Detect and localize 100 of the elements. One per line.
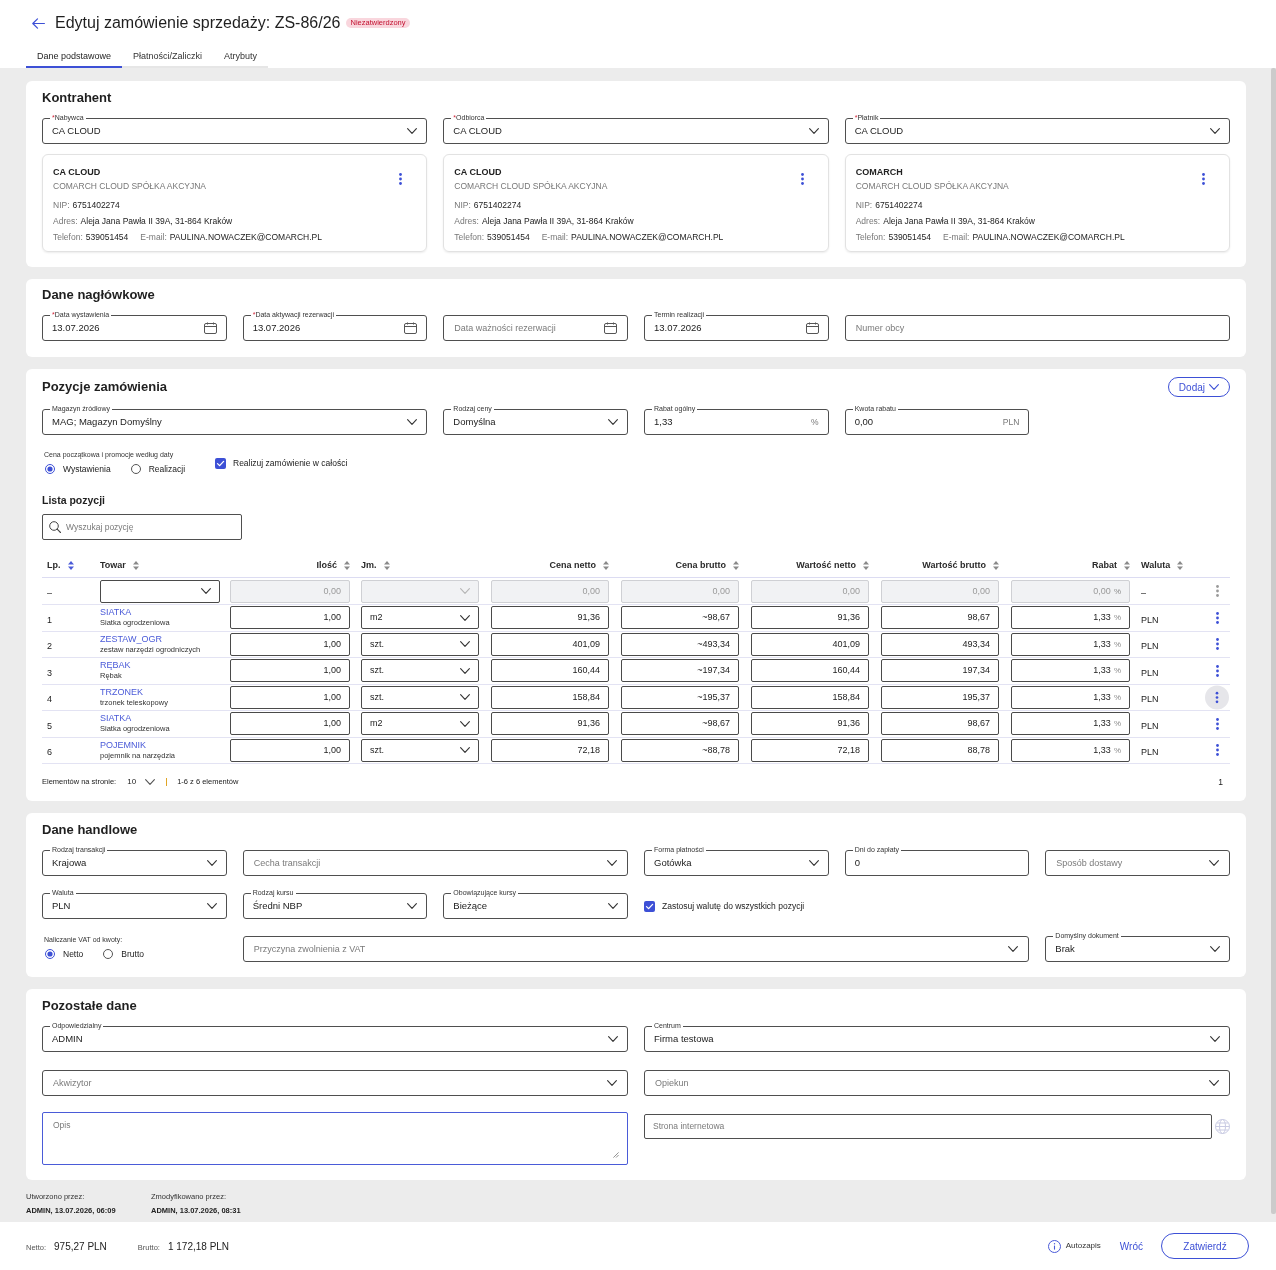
checkbox[interactable]: Zastosuj walutę do wszystkich pozycji: [644, 900, 805, 912]
price-input[interactable]: ~195,37: [621, 685, 739, 709]
kebab-menu-icon[interactable]: [1215, 638, 1219, 651]
page-number[interactable]: 1: [1218, 777, 1223, 787]
discount-input[interactable]: 1,33 %: [1011, 632, 1130, 656]
product-code-link[interactable]: POJEMNIK: [100, 739, 146, 751]
kebab-menu-icon[interactable]: [1215, 611, 1219, 624]
column-header[interactable]: Towar: [100, 559, 126, 571]
sort-icon[interactable]: [863, 560, 869, 570]
price-input[interactable]: 401,09: [491, 632, 609, 656]
value-input[interactable]: 160,44: [751, 659, 869, 683]
product-code-link[interactable]: RĘBAK: [100, 660, 131, 672]
product-code-link[interactable]: SIATKA: [100, 607, 132, 619]
product-select[interactable]: [100, 579, 220, 603]
resize-handle-icon[interactable]: [613, 1152, 619, 1158]
discount-input[interactable]: 1,33 %: [1011, 659, 1130, 683]
column-header[interactable]: Cena netto: [549, 559, 596, 571]
kebab-menu-icon[interactable]: [1215, 744, 1219, 757]
quantity-input[interactable]: 1,00: [230, 632, 350, 656]
radio-option[interactable]: Brutto: [103, 948, 144, 960]
unit-select[interactable]: szt.: [361, 685, 479, 709]
product-code-link[interactable]: TRZONEK: [100, 686, 143, 698]
sort-icon[interactable]: [993, 560, 999, 570]
kebab-menu-icon[interactable]: [1205, 684, 1229, 710]
unit-select[interactable]: szt.: [361, 632, 479, 656]
column-header[interactable]: Wartość netto: [796, 559, 856, 571]
value-input[interactable]: 91,36: [751, 712, 869, 736]
sort-icon[interactable]: [132, 560, 139, 570]
kebab-menu-icon[interactable]: [1215, 664, 1219, 677]
url-input-field[interactable]: Strona internetowa: [644, 1114, 1212, 1139]
unit-select[interactable]: szt.: [361, 738, 479, 762]
quantity-input[interactable]: 1,00: [230, 685, 350, 709]
sort-icon[interactable]: [1124, 560, 1130, 570]
product-code-link[interactable]: ZESTAW_OGR: [100, 633, 162, 645]
price-input[interactable]: ~88,78: [621, 738, 739, 762]
price-input[interactable]: ~98,67: [621, 712, 739, 736]
price-input[interactable]: 91,36: [491, 606, 609, 630]
radio-option[interactable]: Wystawienia: [45, 463, 111, 475]
autosave-button[interactable]: Autozapis: [1047, 1239, 1101, 1253]
calendar-icon[interactable]: [604, 322, 617, 334]
calendar-icon[interactable]: [203, 322, 217, 334]
price-input[interactable]: 91,36: [491, 712, 609, 736]
radio-option[interactable]: Realizacji: [130, 463, 185, 475]
value-input[interactable]: 72,18: [751, 738, 869, 762]
price-input[interactable]: ~197,34: [621, 659, 739, 683]
column-header[interactable]: Wartość brutto: [922, 559, 986, 571]
quantity-input[interactable]: 1,00: [230, 659, 350, 683]
scrollbar-thumb[interactable]: [1271, 68, 1276, 1214]
value-input[interactable]: 195,37: [881, 685, 999, 709]
price-input[interactable]: 72,18: [491, 738, 609, 762]
back-link[interactable]: Wróć: [1119, 1238, 1143, 1254]
sort-icon[interactable]: [1177, 560, 1184, 570]
calendar-icon[interactable]: [805, 322, 819, 334]
sort-icon[interactable]: [733, 560, 739, 570]
kebab-menu-icon[interactable]: [1202, 173, 1205, 185]
value-input[interactable]: 158,84: [751, 685, 869, 709]
discount-input[interactable]: 1,33 %: [1011, 738, 1130, 762]
select-field[interactable]: Sposób dostawy: [1045, 850, 1230, 876]
discount-input[interactable]: 1,33 %: [1011, 712, 1130, 736]
price-input[interactable]: 160,44: [491, 659, 609, 683]
sort-icon[interactable]: [344, 560, 350, 570]
sort-icon[interactable]: [603, 560, 609, 570]
value-input[interactable]: 401,09: [751, 632, 869, 656]
sort-icon[interactable]: [383, 560, 390, 570]
checkbox[interactable]: Realizuj zamówienie w całości: [215, 457, 348, 469]
kebab-menu-icon[interactable]: [800, 173, 804, 185]
page-size-select[interactable]: 10: [127, 777, 156, 787]
kebab-menu-icon[interactable]: [399, 173, 403, 185]
column-header[interactable]: Waluta: [1141, 559, 1171, 571]
price-input[interactable]: 158,84: [491, 685, 609, 709]
value-input[interactable]: 88,78: [881, 738, 999, 762]
select-field[interactable]: Cecha transakcji: [242, 850, 628, 876]
column-header[interactable]: Rabat: [1092, 559, 1117, 571]
discount-input[interactable]: 1,33 %: [1011, 606, 1130, 630]
radio-option[interactable]: Netto: [45, 948, 84, 960]
select-field[interactable]: Przyczyna zwolnienia z VAT: [242, 936, 1030, 962]
value-input[interactable]: 91,36: [751, 606, 869, 630]
quantity-input[interactable]: 1,00: [230, 606, 350, 630]
date-field[interactable]: Data ważności rezerwacji: [443, 315, 628, 341]
select-field[interactable]: Opiekun: [644, 1070, 1230, 1096]
column-header[interactable]: Ilość: [316, 559, 337, 571]
search-field[interactable]: Wyszukaj pozycję: [42, 514, 242, 540]
discount-input[interactable]: 1,33 %: [1011, 685, 1130, 709]
back-arrow-icon[interactable]: [32, 17, 45, 29]
kebab-menu-icon[interactable]: [1215, 717, 1219, 730]
price-input[interactable]: ~493,34: [621, 632, 739, 656]
value-input[interactable]: 197,34: [881, 659, 999, 683]
input-field[interactable]: Numer obcy: [844, 315, 1230, 341]
unit-select[interactable]: m2: [361, 712, 479, 736]
calendar-icon[interactable]: [404, 322, 418, 334]
product-code-link[interactable]: SIATKA: [100, 713, 132, 725]
value-input[interactable]: 98,67: [881, 606, 999, 630]
price-input[interactable]: ~98,67: [621, 606, 739, 630]
textarea-field[interactable]: Opis: [42, 1112, 628, 1165]
column-header[interactable]: Cena brutto: [675, 559, 726, 571]
column-header[interactable]: Jm.: [361, 559, 377, 571]
column-header[interactable]: Lp.: [47, 559, 61, 571]
select-field[interactable]: Akwizytor: [42, 1070, 628, 1096]
unit-select[interactable]: szt.: [361, 659, 479, 683]
sort-icon[interactable]: [67, 560, 74, 570]
